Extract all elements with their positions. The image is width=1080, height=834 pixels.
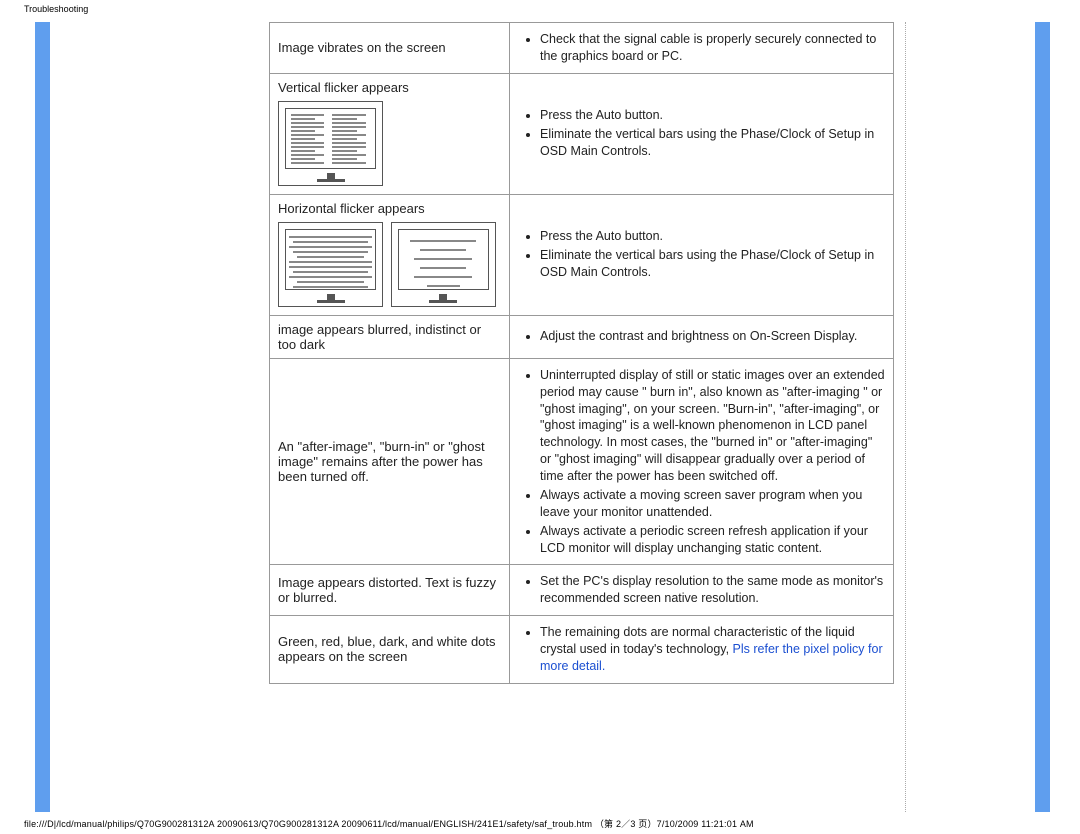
solution-cell: Check that the signal cable is properly … xyxy=(510,23,894,74)
solution-list: Set the PC's display resolution to the s… xyxy=(524,573,885,607)
issue-cell: Green, red, blue, dark, and white dots a… xyxy=(270,616,510,684)
table-row: An "after-image", "burn-in" or "ghost im… xyxy=(270,358,894,565)
table-row: image appears blurred, indistinct or too… xyxy=(270,315,894,358)
solution-list: The remaining dots are normal characteri… xyxy=(524,624,885,675)
solution-cell: Press the Auto button. Eliminate the ver… xyxy=(510,73,894,194)
list-item: Uninterrupted display of still or static… xyxy=(540,367,885,485)
issue-cell: Horizontal flicker appears xyxy=(270,194,510,315)
solution-cell: The remaining dots are normal characteri… xyxy=(510,616,894,684)
list-item: Eliminate the vertical bars using the Ph… xyxy=(540,247,885,281)
issue-label: Vertical flicker appears xyxy=(278,80,501,95)
solution-list: Press the Auto button. Eliminate the ver… xyxy=(524,228,885,281)
list-item: Adjust the contrast and brightness on On… xyxy=(540,328,885,345)
page-body: Image vibrates on the screen Check that … xyxy=(35,22,1050,812)
list-item: Always activate a periodic screen refres… xyxy=(540,523,885,557)
list-item: Press the Auto button. xyxy=(540,107,885,124)
issue-cell: image appears blurred, indistinct or too… xyxy=(270,315,510,358)
list-item: Eliminate the vertical bars using the Ph… xyxy=(540,126,885,160)
solution-list: Uninterrupted display of still or static… xyxy=(524,367,885,557)
right-accent-bar xyxy=(1035,22,1050,812)
issue-cell: An "after-image", "burn-in" or "ghost im… xyxy=(270,358,510,565)
content-column: Image vibrates on the screen Check that … xyxy=(245,22,905,812)
issue-cell: Image appears distorted. Text is fuzzy o… xyxy=(270,565,510,616)
list-item: Set the PC's display resolution to the s… xyxy=(540,573,885,607)
troubleshooting-table: Image vibrates on the screen Check that … xyxy=(269,22,894,684)
table-row: Image appears distorted. Text is fuzzy o… xyxy=(270,565,894,616)
solution-list: Press the Auto button. Eliminate the ver… xyxy=(524,107,885,160)
left-margin-column xyxy=(50,22,245,812)
monitor-icon xyxy=(278,101,383,186)
list-item: Always activate a moving screen saver pr… xyxy=(540,487,885,521)
issue-cell: Vertical flicker appears xyxy=(270,73,510,194)
solution-cell: Adjust the contrast and brightness on On… xyxy=(510,315,894,358)
divider-right xyxy=(905,22,906,812)
solution-cell: Uninterrupted display of still or static… xyxy=(510,358,894,565)
list-item: The remaining dots are normal characteri… xyxy=(540,624,885,675)
solution-list: Check that the signal cable is properly … xyxy=(524,31,885,65)
solution-cell: Set the PC's display resolution to the s… xyxy=(510,565,894,616)
issue-cell: Image vibrates on the screen xyxy=(270,23,510,74)
solution-cell: Press the Auto button. Eliminate the ver… xyxy=(510,194,894,315)
solution-list: Adjust the contrast and brightness on On… xyxy=(524,328,885,345)
table-row: Image vibrates on the screen Check that … xyxy=(270,23,894,74)
monitor-icon xyxy=(278,222,383,307)
list-item: Press the Auto button. xyxy=(540,228,885,245)
footer-path: file:///D|/lcd/manual/philips/Q70G900281… xyxy=(24,817,754,830)
table-row: Horizontal flicker appears xyxy=(270,194,894,315)
list-item: Check that the signal cable is properly … xyxy=(540,31,885,65)
monitor-icon xyxy=(391,222,496,307)
table-row: Vertical flicker appears xyxy=(270,73,894,194)
issue-label: Horizontal flicker appears xyxy=(278,201,501,216)
page-header: Troubleshooting xyxy=(24,4,88,14)
left-accent-bar xyxy=(35,22,50,812)
table-row: Green, red, blue, dark, and white dots a… xyxy=(270,616,894,684)
